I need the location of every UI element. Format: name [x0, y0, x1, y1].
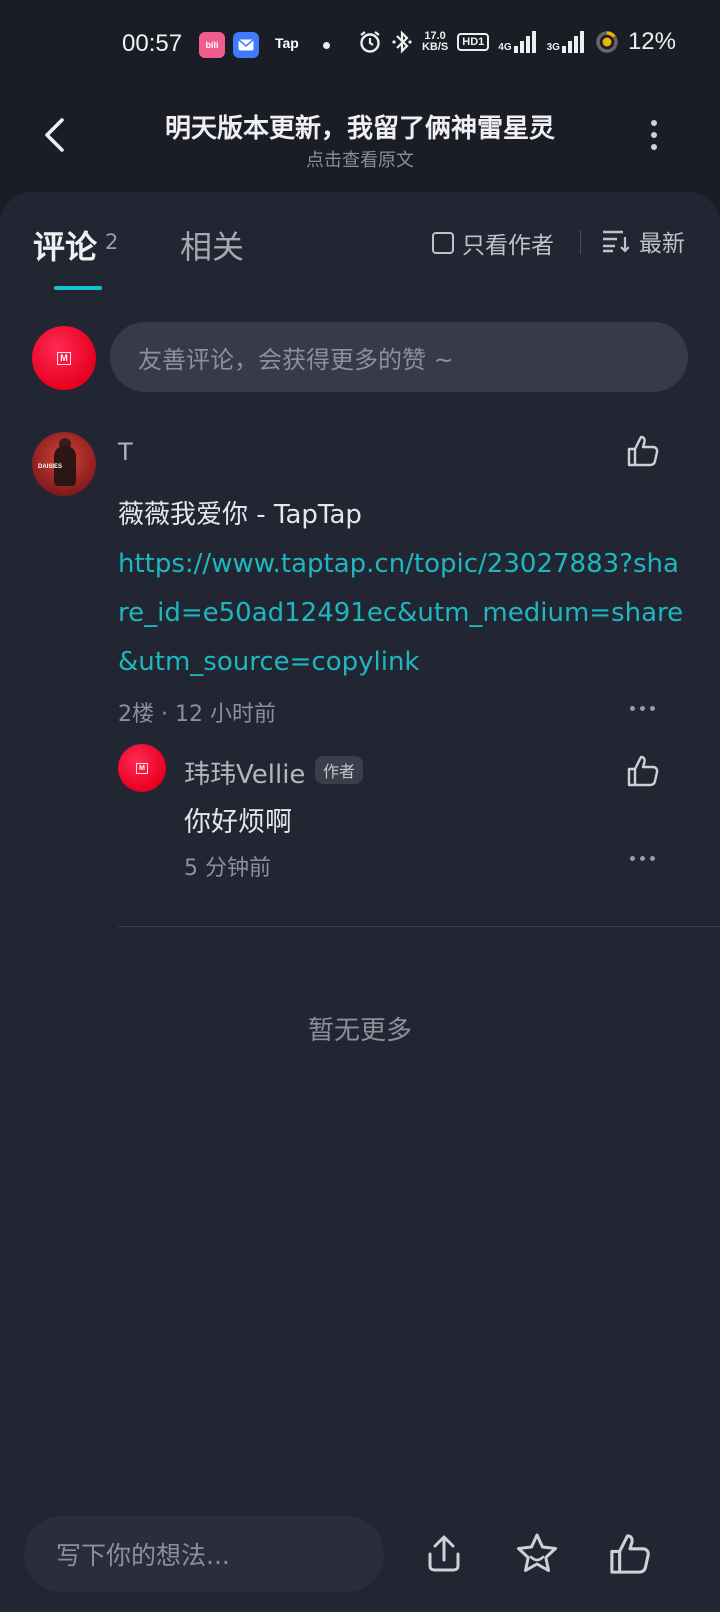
view-original-link[interactable]: 点击查看原文 [0, 146, 720, 172]
thumbs-up-icon[interactable] [626, 754, 660, 788]
reply-avatar[interactable]: M [118, 744, 166, 792]
divider [580, 230, 581, 254]
comment-link[interactable]: https://www.taptap.cn/topic/23027883?sha… [118, 540, 688, 687]
share-icon [428, 1535, 460, 1572]
reply-meta: 5 分钟前 [184, 856, 271, 881]
favorite-button[interactable] [513, 1530, 561, 1578]
dot [650, 856, 655, 861]
dot [651, 144, 657, 150]
status-bar: 00:57 bili Tap 17.0 KB/S HD1 4G 3G 12% [0, 0, 720, 90]
battery-icon [596, 31, 618, 53]
star-icon [517, 1533, 557, 1572]
sort-icon [603, 230, 629, 253]
notification-dot [323, 42, 330, 49]
mail-app-icon [233, 32, 259, 58]
like-button[interactable] [606, 1530, 654, 1578]
share-button[interactable] [420, 1530, 468, 1578]
author-only-toggle[interactable]: 只看作者 [432, 226, 554, 260]
network-speed: 17.0 KB/S [421, 30, 449, 53]
author-only-label: 只看作者 [462, 233, 554, 259]
dot [630, 706, 635, 711]
tab-related[interactable]: 相关 [180, 222, 244, 268]
logo-icon: M [136, 762, 148, 774]
comment-count: 2 [105, 230, 119, 254]
divider [118, 926, 720, 927]
status-time: 00:57 [122, 30, 183, 57]
comment-more-button[interactable] [630, 706, 655, 711]
logo-icon: M [57, 351, 71, 365]
reply-more-button[interactable] [630, 856, 655, 861]
comment-meta: 2楼 · 12 小时前 [118, 702, 276, 727]
author-badge: 作者 [315, 756, 364, 784]
avatar-tag: DAISIES [38, 464, 63, 470]
signal-3g-icon: 3G [547, 31, 586, 53]
sort-label: 最新 [639, 231, 685, 257]
my-avatar[interactable]: M [32, 326, 96, 390]
dot [640, 856, 645, 861]
thumbs-up-icon [610, 1534, 650, 1574]
page-title[interactable]: 明天版本更新，我留了俩神雷星灵 [0, 108, 720, 145]
reply-text: 你好烦啊 [184, 807, 292, 838]
status-right: 17.0 KB/S HD1 4G 3G 12% [358, 28, 676, 56]
page-header: 明天版本更新，我留了俩神雷星灵 点击查看原文 [0, 90, 720, 190]
signal-4g-icon: 4G [498, 31, 537, 53]
more-options-button[interactable] [648, 120, 660, 150]
avatar[interactable]: DAISIES [32, 432, 96, 496]
alarm-icon [360, 31, 380, 53]
no-more-text: 暂无更多 [307, 1016, 412, 1046]
thumbs-up-icon[interactable] [626, 434, 660, 468]
dot [651, 132, 657, 138]
dot [630, 856, 635, 861]
hd-icon: HD1 [457, 33, 490, 51]
comments-panel: 评论 2 相关 只看作者 最新 M 友善评论，会获得更多的赞 ~ DAISIES… [0, 192, 720, 1612]
active-tab-indicator [54, 286, 102, 290]
dot [650, 706, 655, 711]
tap-app-icon: Tap [275, 35, 299, 51]
bluetooth-icon [392, 30, 412, 54]
comment-input[interactable]: 友善评论，会获得更多的赞 ~ [110, 322, 688, 392]
battery-level: 12% [627, 28, 676, 55]
reply-username[interactable]: 玮玮Vellie [184, 754, 305, 791]
comment-username[interactable]: T [118, 438, 133, 466]
dot [651, 120, 657, 126]
tab-comments[interactable]: 评论 [33, 222, 97, 268]
bilibili-app-icon: bili [199, 32, 225, 58]
checkbox[interactable] [432, 232, 454, 254]
bottom-bar: 写下你的想法... [0, 1516, 720, 1612]
dot [640, 706, 645, 711]
comment-text: 薇薇我爱你 - TapTap [118, 500, 362, 530]
sort-button[interactable]: 最新 [601, 224, 685, 258]
reply-input[interactable]: 写下你的想法... [24, 1516, 384, 1592]
